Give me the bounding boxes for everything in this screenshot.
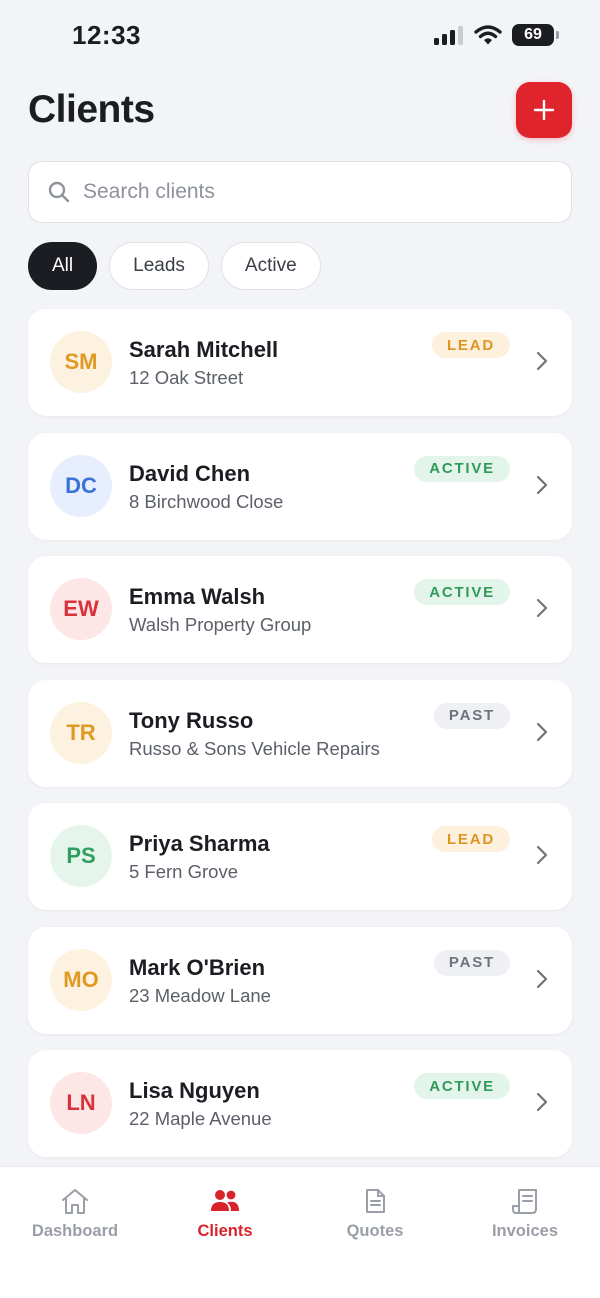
document-icon bbox=[366, 1189, 385, 1213]
home-icon bbox=[62, 1189, 88, 1214]
client-avatar: SM bbox=[50, 331, 112, 393]
client-subtitle: Walsh Property Group bbox=[129, 614, 312, 635]
status-badge: ACTIVE bbox=[414, 1073, 510, 1099]
client-avatar: MO bbox=[50, 948, 112, 1011]
filter-chip-leads[interactable]: Leads bbox=[109, 242, 209, 290]
signal-icon bbox=[434, 26, 463, 45]
chevron-right-icon bbox=[536, 598, 548, 618]
search-input[interactable] bbox=[83, 162, 553, 221]
status-badge: LEAD bbox=[431, 826, 510, 852]
bottom-tab-bar: Dashboard Clients Quotes Invoices bbox=[0, 1166, 600, 1298]
search-box[interactable] bbox=[28, 161, 572, 223]
client-card[interactable]: MO Mark O'Brien 23 Meadow Lane PAST bbox=[28, 926, 572, 1034]
client-card[interactable]: SM Sarah Mitchell 12 Oak Street LEAD bbox=[28, 309, 572, 416]
status-badge: ACTIVE bbox=[414, 455, 510, 482]
client-name: David Chen bbox=[129, 460, 251, 486]
tab-dashboard[interactable]: Dashboard bbox=[0, 1167, 150, 1257]
client-name: Sarah Mitchell bbox=[129, 337, 279, 362]
client-name: Lisa Nguyen bbox=[129, 1078, 260, 1103]
filter-chip-label: Leads bbox=[133, 255, 185, 276]
chevron-right-icon bbox=[536, 969, 548, 988]
client-avatar: DC bbox=[50, 454, 112, 517]
status-icons: 69 bbox=[434, 24, 559, 46]
client-avatar: EW bbox=[50, 578, 112, 640]
client-avatar: LN bbox=[50, 1072, 112, 1134]
status-time: 12:33 bbox=[72, 20, 141, 50]
client-avatar: TR bbox=[50, 701, 112, 764]
people-icon bbox=[211, 1190, 239, 1211]
client-card[interactable]: TR Tony Russo Russo & Sons Vehicle Repai… bbox=[28, 679, 572, 787]
client-subtitle: 8 Birchwood Close bbox=[129, 490, 284, 512]
client-name: Priya Sharma bbox=[129, 831, 270, 856]
tab-label: Clients bbox=[197, 1222, 253, 1240]
client-card[interactable]: LN Lisa Nguyen 22 Maple Avenue ACTIVE bbox=[28, 1050, 572, 1157]
filter-chips: All Leads Active bbox=[28, 242, 321, 290]
client-card[interactable]: DC David Chen 8 Birchwood Close ACTIVE bbox=[28, 432, 572, 540]
battery-level: 69 bbox=[524, 26, 542, 43]
tab-label: Invoices bbox=[491, 1222, 559, 1240]
filter-chip-all[interactable]: All bbox=[28, 242, 98, 290]
page-title: Clients bbox=[28, 88, 155, 131]
search-icon bbox=[48, 181, 70, 203]
client-name: Tony Russo bbox=[129, 707, 254, 733]
status-bar: 12:33 69 bbox=[0, 0, 600, 70]
battery-icon: 69 bbox=[512, 24, 559, 46]
status-badge: ACTIVE bbox=[414, 579, 510, 605]
add-client-button[interactable] bbox=[516, 82, 572, 138]
status-badge: LEAD bbox=[431, 332, 510, 358]
client-name: Mark O'Brien bbox=[129, 954, 266, 980]
filter-chip-active[interactable]: Active bbox=[220, 242, 321, 290]
client-card[interactable]: EW Emma Walsh Walsh Property Group ACTIV… bbox=[28, 556, 572, 663]
tab-quotes[interactable]: Quotes bbox=[300, 1167, 450, 1257]
client-subtitle: Russo & Sons Vehicle Repairs bbox=[129, 737, 380, 759]
tab-label: Dashboard bbox=[31, 1222, 119, 1240]
chevron-right-icon bbox=[536, 722, 548, 741]
wifi-icon bbox=[474, 24, 502, 44]
chevron-right-icon bbox=[536, 1092, 548, 1112]
receipt-icon bbox=[512, 1189, 537, 1214]
client-list: SM Sarah Mitchell 12 Oak Street LEAD DC … bbox=[28, 309, 572, 1174]
tab-invoices[interactable]: Invoices bbox=[450, 1167, 600, 1257]
tab-clients[interactable]: Clients bbox=[150, 1167, 300, 1257]
header: Clients bbox=[28, 82, 572, 140]
status-badge: PAST bbox=[433, 702, 510, 729]
client-avatar: PS bbox=[50, 825, 112, 887]
client-subtitle: 12 Oak Street bbox=[129, 367, 244, 388]
chevron-right-icon bbox=[536, 351, 548, 371]
status-badge: PAST bbox=[433, 949, 510, 976]
chevron-right-icon bbox=[536, 845, 548, 865]
client-subtitle: 5 Fern Grove bbox=[129, 861, 238, 882]
client-subtitle: 22 Maple Avenue bbox=[129, 1108, 272, 1129]
chevron-right-icon bbox=[536, 475, 548, 494]
client-subtitle: 23 Meadow Lane bbox=[129, 984, 271, 1006]
plus-icon bbox=[533, 99, 555, 121]
filter-chip-label: All bbox=[52, 255, 74, 276]
client-name: Emma Walsh bbox=[129, 584, 266, 609]
filter-chip-label: Active bbox=[244, 255, 297, 276]
tab-label: Quotes bbox=[346, 1222, 404, 1240]
client-card[interactable]: PS Priya Sharma 5 Fern Grove LEAD bbox=[28, 803, 572, 910]
